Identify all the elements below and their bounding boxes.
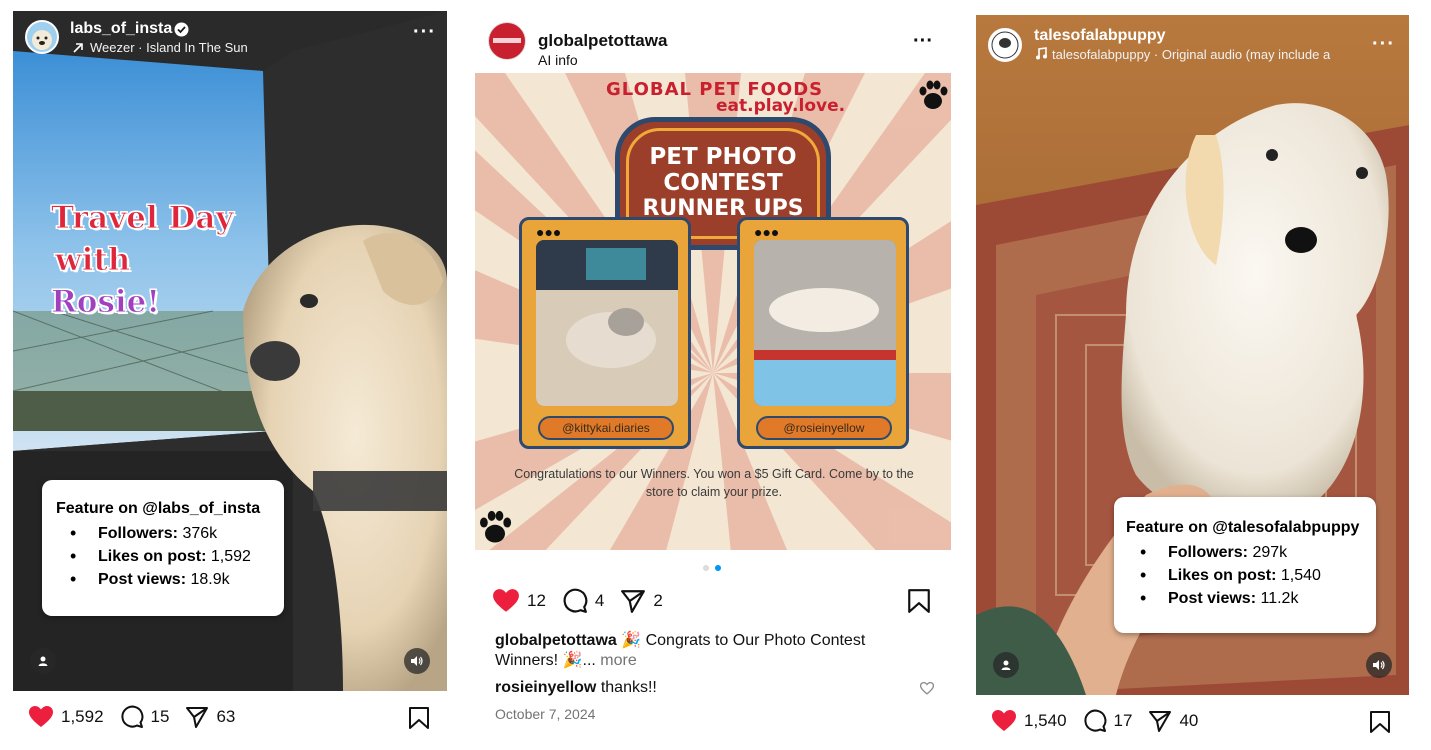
avatar[interactable] — [25, 20, 59, 54]
bookmark-icon[interactable] — [907, 588, 931, 614]
more-icon[interactable]: ··· — [913, 30, 933, 53]
ai-info-label[interactable]: AI info — [538, 52, 578, 68]
winner-tag-2: @rosieinyellow — [756, 416, 892, 440]
avatar[interactable] — [488, 22, 526, 60]
heart-icon[interactable] — [28, 705, 54, 729]
congrats-text: Congratulations to our Winners. You won … — [514, 467, 914, 499]
comment-icon[interactable] — [562, 588, 588, 614]
sound-icon[interactable] — [1366, 652, 1392, 678]
comment-icon[interactable] — [120, 705, 144, 729]
caption-username[interactable]: globalpetottawa — [495, 632, 617, 649]
feature-followers: Followers: 297k — [1140, 541, 1364, 564]
action-bar: 1,540 17 40 — [991, 709, 1214, 733]
reel-video[interactable]: talesofalabpuppy talesofalabpuppy · Orig… — [976, 15, 1409, 695]
banner-line-1: PET PHOTO — [649, 144, 797, 170]
feature-views: Post views: 18.9k — [70, 568, 270, 591]
user-tag-icon[interactable] — [30, 648, 56, 674]
winner-frame-2: ●●● @rosieinyellow — [737, 217, 909, 449]
comment-count[interactable]: 17 — [1114, 711, 1133, 731]
feature-card: Feature on @talesofalabpuppy Followers: … — [1114, 497, 1376, 633]
banner-line-2: CONTEST — [663, 170, 783, 196]
feature-likes: Likes on post: 1,592 — [70, 545, 270, 568]
overlay-line-3: Rosie! — [51, 284, 161, 321]
audio-label[interactable]: Weezer · Island In The Sun — [90, 40, 290, 55]
reel-video[interactable]: labs_of_insta Weezer · Island In The Sun… — [13, 11, 447, 691]
heart-icon[interactable] — [492, 588, 520, 614]
winner-photo-1 — [536, 240, 678, 406]
feature-likes: Likes on post: 1,540 — [1140, 564, 1364, 587]
action-bar: 1,592 15 63 — [28, 705, 251, 729]
caption-more[interactable]: more — [600, 652, 636, 669]
avatar[interactable] — [988, 28, 1022, 62]
more-icon[interactable]: ··· — [1372, 33, 1395, 56]
post-globalpetottawa: globalpetottawa AI info ··· GLOBAL PET F… — [470, 0, 960, 750]
username[interactable]: labs_of_insta — [70, 20, 172, 38]
like-count[interactable]: 12 — [527, 591, 546, 611]
carousel-dot-1[interactable] — [703, 565, 709, 571]
overlay-title: Travel Day with Rosie! — [51, 197, 235, 323]
winner-tag-1: @kittykai.diaries — [538, 416, 674, 440]
winner-frame-1: ●●● @kittykai.diaries — [519, 217, 691, 449]
brand-tagline: eat.play.love. — [716, 96, 846, 116]
share-count[interactable]: 63 — [216, 707, 235, 727]
paw-icon — [919, 80, 948, 109]
winner-photo-2 — [754, 240, 896, 406]
feature-title: Feature on @talesofalabpuppy — [1126, 519, 1360, 536]
overlay-line-1: Travel Day — [51, 200, 235, 237]
overlay-line-2: with — [55, 242, 131, 279]
comment-text: thanks!! — [600, 679, 657, 696]
bookmark-icon[interactable] — [408, 706, 430, 730]
avatar-image — [32, 30, 52, 50]
paw-icon — [480, 510, 512, 543]
caption: globalpetottawa 🎉 Congrats to Our Photo … — [495, 631, 925, 671]
heart-icon[interactable] — [991, 709, 1017, 733]
bookmark-icon[interactable] — [1369, 710, 1391, 734]
verified-icon — [174, 22, 189, 37]
sound-icon[interactable] — [404, 648, 430, 674]
feature-followers: Followers: 376k — [70, 522, 270, 545]
share-icon[interactable] — [620, 588, 646, 614]
comment: rosieinyellow thanks!! — [495, 679, 657, 697]
reel-post-labs-of-insta: labs_of_insta Weezer · Island In The Sun… — [0, 0, 460, 750]
like-count[interactable]: 1,540 — [1024, 711, 1067, 731]
avatar-logo — [991, 31, 1019, 59]
small-heart-icon[interactable] — [920, 682, 934, 695]
trend-arrow-icon — [73, 43, 83, 53]
avatar-logo — [493, 38, 521, 43]
post-image[interactable]: GLOBAL PET FOODS eat.play.love. PET PHOT… — [475, 73, 951, 550]
share-icon[interactable] — [185, 705, 209, 729]
like-count[interactable]: 1,592 — [61, 707, 104, 727]
audio-label[interactable]: talesofalabpuppy · Original audio (may i… — [1052, 47, 1350, 62]
share-count[interactable]: 2 — [653, 591, 662, 611]
username[interactable]: globalpetottawa — [538, 31, 667, 51]
music-note-icon — [1036, 47, 1047, 60]
carousel-dot-2[interactable] — [715, 565, 721, 571]
username[interactable]: talesofalabpuppy — [1034, 27, 1166, 45]
comment-username[interactable]: rosieinyellow — [495, 679, 596, 696]
reel-post-talesofalabpuppy: talesofalabpuppy talesofalabpuppy · Orig… — [965, 0, 1431, 750]
comment-count[interactable]: 15 — [151, 707, 170, 727]
share-icon[interactable] — [1148, 709, 1172, 733]
user-tag-icon[interactable] — [993, 652, 1019, 678]
feature-card: Feature on @labs_of_insta Followers: 376… — [42, 480, 284, 616]
comment-count[interactable]: 4 — [595, 591, 604, 611]
action-bar: 12 4 2 — [492, 588, 679, 614]
more-icon[interactable]: ··· — [413, 21, 436, 44]
post-date: October 7, 2024 — [495, 706, 596, 722]
feature-title: Feature on @labs_of_insta — [56, 500, 261, 517]
comment-icon[interactable] — [1083, 709, 1107, 733]
share-count[interactable]: 40 — [1179, 711, 1198, 731]
feature-views: Post views: 11.2k — [1140, 587, 1364, 610]
